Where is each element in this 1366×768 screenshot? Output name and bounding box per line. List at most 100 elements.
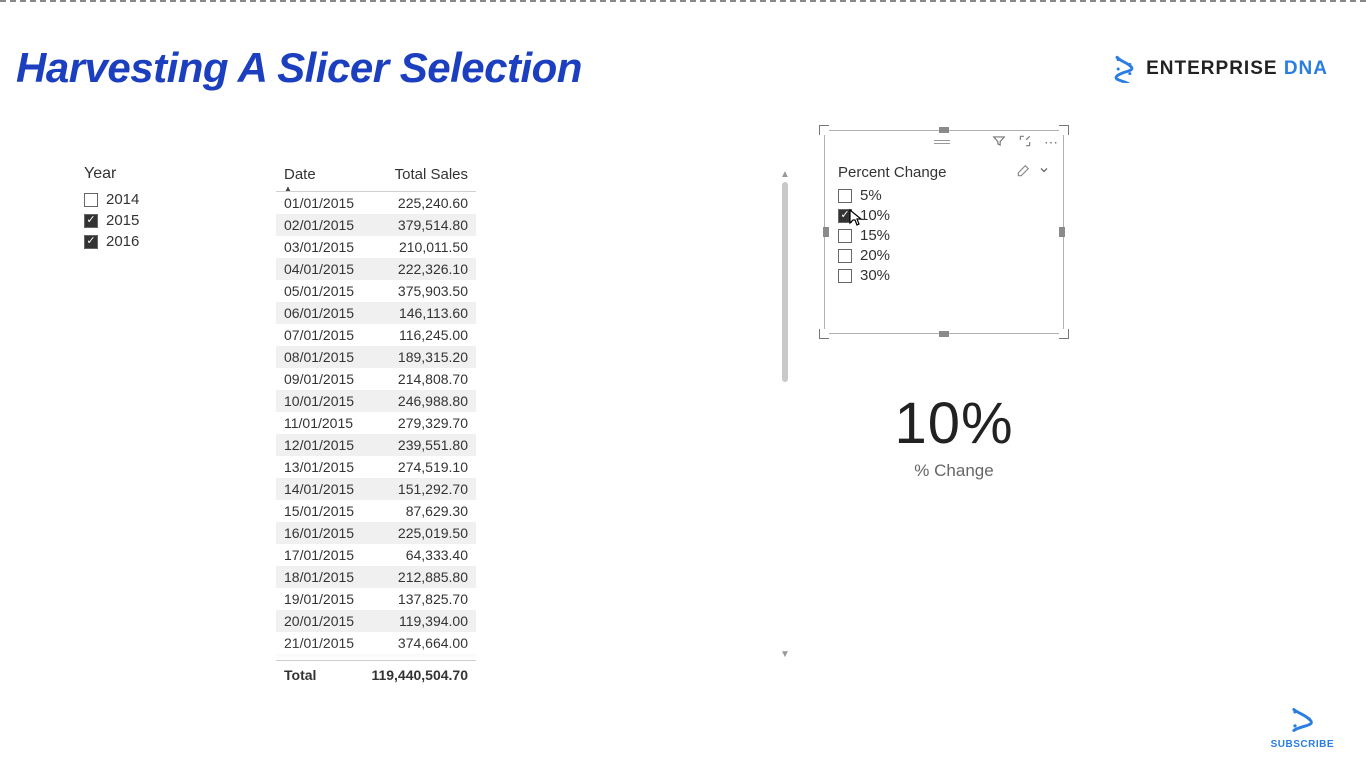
- resize-corner-tl[interactable]: [819, 125, 829, 135]
- cell-date: 01/01/2015: [276, 192, 376, 214]
- resize-corner-bl[interactable]: [819, 329, 829, 339]
- resize-handle-right[interactable]: [1059, 227, 1065, 237]
- table-row[interactable]: 07/01/2015116,245.00: [276, 324, 476, 346]
- percent-option-label: 10%: [860, 207, 890, 224]
- cell-sales: 151,292.70: [376, 478, 476, 500]
- table-row[interactable]: 15/01/201587,629.30: [276, 500, 476, 522]
- table-row[interactable]: 05/01/2015375,903.50: [276, 280, 476, 302]
- resize-corner-tr[interactable]: [1059, 125, 1069, 135]
- checkbox[interactable]: [838, 209, 852, 223]
- checkbox[interactable]: [838, 189, 852, 203]
- table-row[interactable]: 01/01/2015225,240.60: [276, 192, 476, 214]
- brand-text: ENTERPRISE DNA: [1146, 58, 1328, 80]
- scroll-down-arrow-icon[interactable]: ▼: [780, 650, 790, 660]
- cell-date: 17/01/2015: [276, 544, 376, 566]
- percent-option[interactable]: 15%: [838, 227, 1050, 244]
- percent-option-label: 30%: [860, 267, 890, 284]
- total-value: 119,440,504.70: [336, 661, 476, 687]
- drag-handle-icon[interactable]: [934, 140, 950, 146]
- cell-sales: 239,551.80: [376, 434, 476, 456]
- table-row[interactable]: 03/01/2015210,011.50: [276, 236, 476, 258]
- cell-sales: 374,664.00: [376, 632, 476, 654]
- table-row[interactable]: 14/01/2015151,292.70: [276, 478, 476, 500]
- checkbox[interactable]: [838, 269, 852, 283]
- checkbox[interactable]: [84, 193, 98, 207]
- total-label: Total: [276, 661, 336, 687]
- filter-icon[interactable]: [992, 134, 1006, 151]
- cell-sales: 222,326.10: [376, 258, 476, 280]
- cell-sales: 279,329.70: [376, 412, 476, 434]
- resize-corner-br[interactable]: [1059, 329, 1069, 339]
- more-options-icon[interactable]: ⋯: [1044, 134, 1058, 151]
- resize-handle-top[interactable]: [939, 127, 949, 133]
- eraser-icon[interactable]: [1016, 164, 1030, 181]
- year-option[interactable]: 2015: [84, 212, 224, 229]
- cell-date: 19/01/2015: [276, 588, 376, 610]
- year-option[interactable]: 2016: [84, 233, 224, 250]
- resize-handle-left[interactable]: [823, 227, 829, 237]
- percent-option[interactable]: 20%: [838, 247, 1050, 264]
- percent-option-label: 20%: [860, 247, 890, 264]
- table-row[interactable]: 06/01/2015146,113.60: [276, 302, 476, 324]
- table-row[interactable]: 11/01/2015279,329.70: [276, 412, 476, 434]
- table-row[interactable]: 09/01/2015214,808.70: [276, 368, 476, 390]
- resize-handle-bottom[interactable]: [939, 331, 949, 337]
- table-row[interactable]: 08/01/2015189,315.20: [276, 346, 476, 368]
- sales-table: Date Total Sales: [276, 162, 476, 192]
- chevron-down-icon[interactable]: [1038, 164, 1050, 181]
- cell-sales: 119,394.00: [376, 610, 476, 632]
- visual-toolbar: ⋯: [934, 134, 1058, 151]
- percent-option[interactable]: 5%: [838, 187, 1050, 204]
- cell-date: 11/01/2015: [276, 412, 376, 434]
- table-total-row: Total 119,440,504.70: [276, 661, 476, 687]
- checkbox[interactable]: [84, 235, 98, 249]
- percent-option[interactable]: 10%: [838, 207, 1050, 224]
- table-row[interactable]: 12/01/2015239,551.80: [276, 434, 476, 456]
- table-row[interactable]: 04/01/2015222,326.10: [276, 258, 476, 280]
- cell-date: 15/01/2015: [276, 500, 376, 522]
- dna-icon: [1110, 55, 1138, 83]
- table-row[interactable]: 20/01/2015119,394.00: [276, 610, 476, 632]
- table-row[interactable]: 19/01/2015137,825.70: [276, 588, 476, 610]
- year-option[interactable]: 2014: [84, 191, 224, 208]
- scroll-up-arrow-icon[interactable]: ▲: [780, 170, 790, 180]
- cell-sales: 146,113.60: [376, 302, 476, 324]
- cell-date: 12/01/2015: [276, 434, 376, 456]
- cell-sales: 210,011.50: [376, 236, 476, 258]
- table-row[interactable]: 21/01/2015374,664.00: [276, 632, 476, 654]
- table-row[interactable]: 02/01/2015379,514.80: [276, 214, 476, 236]
- cell-sales: 375,903.50: [376, 280, 476, 302]
- percent-change-card: 10% % Change: [824, 390, 1084, 481]
- year-slicer: Year 2014 2015 2016: [84, 165, 224, 254]
- checkbox[interactable]: [84, 214, 98, 228]
- table-scrollbar[interactable]: ▲ ▼: [780, 170, 790, 660]
- checkbox[interactable]: [838, 229, 852, 243]
- table-row[interactable]: 10/01/2015246,988.80: [276, 390, 476, 412]
- percent-option-label: 5%: [860, 187, 882, 204]
- table-row[interactable]: 22/01/2015135,412.70: [276, 654, 476, 660]
- focus-mode-icon[interactable]: [1018, 134, 1032, 151]
- brand-logo: ENTERPRISE DNA: [1110, 55, 1328, 83]
- cell-sales: 225,240.60: [376, 192, 476, 214]
- cell-sales: 135,412.70: [376, 654, 476, 660]
- table-row[interactable]: 18/01/2015212,885.80: [276, 566, 476, 588]
- col-date-header[interactable]: Date: [276, 162, 346, 192]
- cell-sales: 225,019.50: [376, 522, 476, 544]
- cell-date: 07/01/2015: [276, 324, 376, 346]
- col-sales-header[interactable]: Total Sales: [346, 162, 476, 192]
- table-row[interactable]: 17/01/201564,333.40: [276, 544, 476, 566]
- checkbox[interactable]: [838, 249, 852, 263]
- percent-slicer-visual[interactable]: ⋯ Percent Change 5%10%15%20%30%: [824, 130, 1064, 334]
- percent-option[interactable]: 30%: [838, 267, 1050, 284]
- table-row[interactable]: 16/01/2015225,019.50: [276, 522, 476, 544]
- cell-date: 20/01/2015: [276, 610, 376, 632]
- scroll-thumb[interactable]: [782, 182, 788, 382]
- table-row[interactable]: 13/01/2015274,519.10: [276, 456, 476, 478]
- cell-sales: 64,333.40: [376, 544, 476, 566]
- cell-date: 04/01/2015: [276, 258, 376, 280]
- percent-option-label: 15%: [860, 227, 890, 244]
- top-divider: [0, 0, 1366, 2]
- year-slicer-header: Year: [84, 165, 224, 183]
- cell-sales: 137,825.70: [376, 588, 476, 610]
- subscribe-badge[interactable]: SUBSCRIBE: [1271, 706, 1334, 750]
